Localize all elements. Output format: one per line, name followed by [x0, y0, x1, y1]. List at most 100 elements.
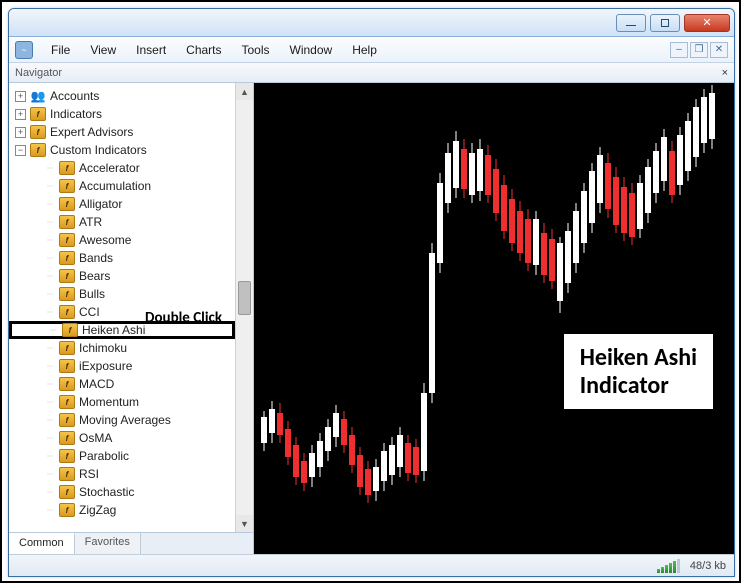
fx-icon: f	[59, 305, 75, 319]
tree-branch-icon: ⋯	[41, 183, 59, 190]
tree-item-label: Moving Averages	[79, 413, 171, 427]
candle	[597, 147, 603, 213]
candle	[373, 459, 379, 501]
candle	[293, 437, 299, 485]
candle	[661, 129, 667, 191]
tree-item-atr[interactable]: ⋯fATR	[9, 213, 235, 231]
candle	[709, 85, 715, 149]
tree-item-label: Momentum	[79, 395, 139, 409]
tree-item-bears[interactable]: ⋯fBears	[9, 267, 235, 285]
candle	[461, 139, 467, 198]
candle	[509, 189, 515, 251]
window-minimize-button[interactable]	[616, 14, 646, 32]
tree-custom-indicators[interactable]: f Custom Indicators	[9, 141, 235, 159]
fx-icon: f	[59, 251, 75, 265]
tree-item-awesome[interactable]: ⋯fAwesome	[9, 231, 235, 249]
tree-item-label: Stochastic	[79, 485, 134, 499]
candle	[613, 167, 619, 233]
tree-branch-icon: ⋯	[41, 363, 59, 370]
mdi-restore-button[interactable]: ❐	[690, 42, 708, 58]
candle	[653, 143, 659, 203]
candle	[621, 177, 627, 241]
tree-item-zigzag[interactable]: ⋯fZigZag	[9, 501, 235, 519]
expand-icon[interactable]	[15, 109, 26, 120]
tree-item-accumulation[interactable]: ⋯fAccumulation	[9, 177, 235, 195]
fx-icon: f	[59, 377, 75, 391]
navigator-close-button[interactable]: ×	[722, 67, 728, 79]
candle	[501, 175, 507, 239]
tree-item-osma[interactable]: ⋯fOsMA	[9, 429, 235, 447]
tree-branch-icon: ⋯	[41, 489, 59, 496]
tree-item-iexposure[interactable]: ⋯f iExposure	[9, 357, 235, 375]
tree-item-bulls[interactable]: ⋯fBulls	[9, 285, 235, 303]
candle	[469, 143, 475, 203]
tree-item-heiken-ashi[interactable]: ⋯fHeiken Ashi	[9, 321, 235, 339]
candle	[669, 141, 675, 203]
tree-accounts[interactable]: 👥 Accounts	[9, 87, 235, 105]
tree-item-stochastic[interactable]: ⋯fStochastic	[9, 483, 235, 501]
menu-charts[interactable]: Charts	[176, 40, 231, 60]
statusbar: 48/3 kb	[9, 554, 734, 576]
candle	[493, 159, 499, 221]
tree-branch-icon: ⋯	[41, 273, 59, 280]
fx-icon: f	[59, 287, 75, 301]
tree-item-rsi[interactable]: ⋯fRSI	[9, 465, 235, 483]
candle	[325, 419, 331, 461]
candle	[397, 427, 403, 477]
candle	[389, 437, 395, 485]
tree-item-accelerator[interactable]: ⋯fAccelerator	[9, 159, 235, 177]
overlay-line1: Heiken Ashi	[580, 344, 697, 372]
tree-expert-advisors[interactable]: f Expert Advisors	[9, 123, 235, 141]
fx-icon: f	[59, 215, 75, 229]
tree-item-label: iExposure	[79, 359, 132, 373]
candle	[549, 229, 555, 289]
menu-window[interactable]: Window	[280, 40, 343, 60]
menu-tools[interactable]: Tools	[232, 40, 280, 60]
tree-indicators[interactable]: f Indicators	[9, 105, 235, 123]
candle	[573, 203, 579, 273]
scroll-down-icon[interactable]: ▼	[236, 515, 253, 532]
tree-item-ichimoku[interactable]: ⋯fIchimoku	[9, 339, 235, 357]
expand-icon[interactable]	[15, 127, 26, 138]
window-close-button[interactable]: ✕	[684, 14, 730, 32]
tree-branch-icon: ⋯	[41, 255, 59, 262]
tree-item-moving-averages[interactable]: ⋯fMoving Averages	[9, 411, 235, 429]
mdi-minimize-button[interactable]: –	[670, 42, 688, 58]
tree-branch-icon: ⋯	[41, 219, 59, 226]
tree-item-label: Parabolic	[79, 449, 129, 463]
menu-help[interactable]: Help	[342, 40, 387, 60]
chart-area[interactable]: Heiken Ashi Indicator	[254, 83, 734, 554]
tree-item-alligator[interactable]: ⋯fAlligator	[9, 195, 235, 213]
fx-icon: f	[59, 467, 75, 481]
collapse-icon[interactable]	[15, 145, 26, 156]
window-maximize-button[interactable]	[650, 14, 680, 32]
tree-branch-icon: ⋯	[41, 201, 59, 208]
tree-item-bands[interactable]: ⋯fBands	[9, 249, 235, 267]
tree-item-label: Bulls	[79, 287, 105, 301]
titlebar[interactable]: ✕	[9, 9, 734, 37]
menu-insert[interactable]: Insert	[126, 40, 176, 60]
tab-favorites[interactable]: Favorites	[75, 533, 141, 554]
candle	[581, 183, 587, 253]
tab-common[interactable]: Common	[9, 533, 75, 554]
menu-file[interactable]: File	[41, 40, 80, 60]
tree-item-momentum[interactable]: ⋯fMomentum	[9, 393, 235, 411]
tree-item-macd[interactable]: ⋯fMACD	[9, 375, 235, 393]
scroll-thumb[interactable]	[238, 281, 251, 315]
candle	[517, 201, 523, 261]
fx-icon: f	[59, 269, 75, 283]
tree-item-cci[interactable]: ⋯fCCI	[9, 303, 235, 321]
menu-view[interactable]: View	[80, 40, 126, 60]
tree-item-label: MACD	[79, 377, 114, 391]
mdi-close-button[interactable]: ✕	[710, 42, 728, 58]
expand-icon[interactable]	[15, 91, 26, 102]
tree-item-parabolic[interactable]: ⋯fParabolic	[9, 447, 235, 465]
scroll-up-icon[interactable]: ▲	[236, 83, 253, 100]
fx-icon: f	[59, 449, 75, 463]
fx-icon: f	[59, 359, 75, 373]
fx-icon: f	[30, 143, 46, 157]
tree-item-label: Accelerator	[79, 161, 140, 175]
tree-item-label: Heiken Ashi	[82, 323, 145, 337]
navigator-header: Navigator ×	[9, 63, 734, 83]
navigator-scrollbar[interactable]: ▲ ▼	[235, 83, 253, 532]
